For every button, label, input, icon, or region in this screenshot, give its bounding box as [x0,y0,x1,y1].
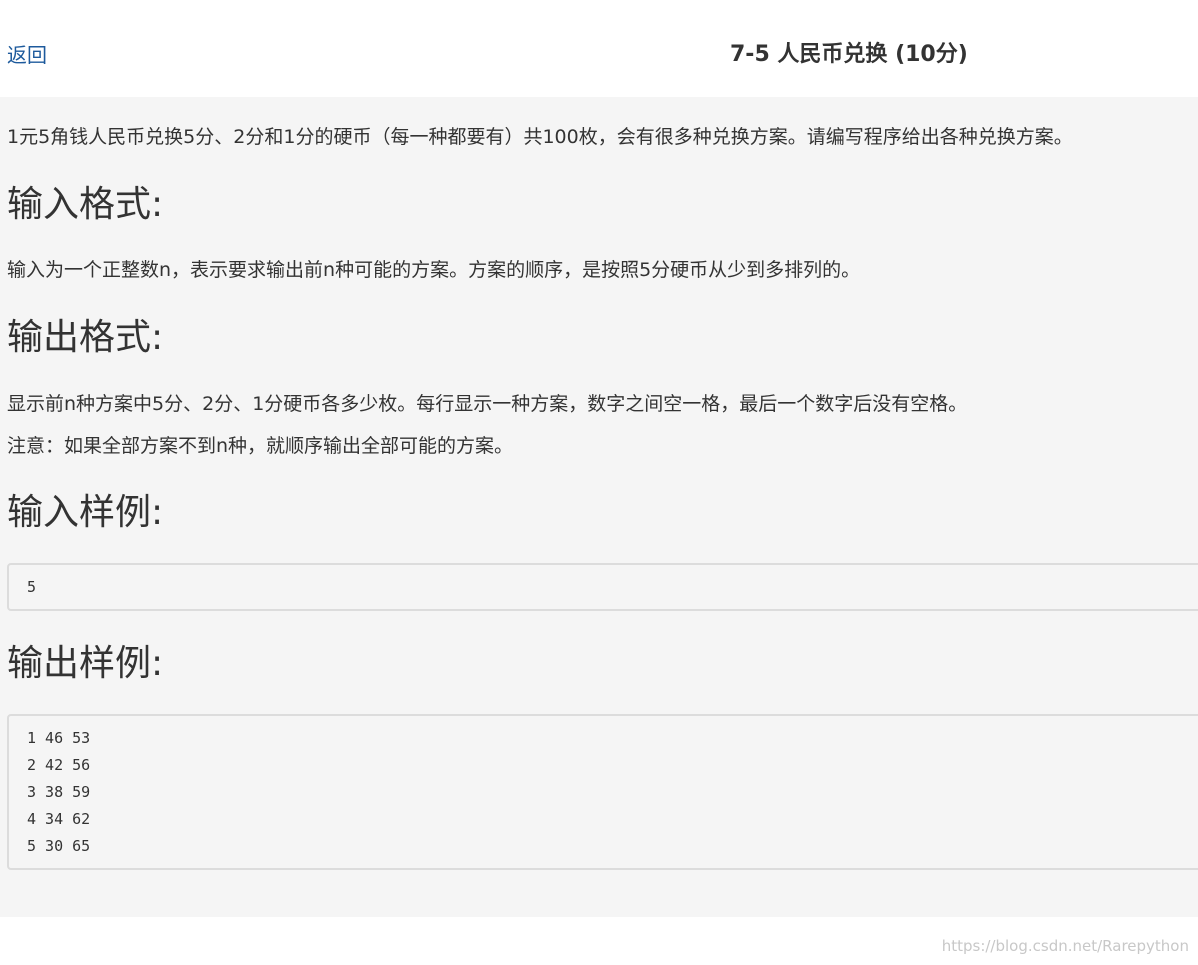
problem-content: 1元5角钱人民币兑换5分、2分和1分的硬币（每一种都要有）共100枚，会有很多种… [0,97,1198,917]
top-bar: 返回 7-5 人民币兑换 (10分) [0,0,1198,97]
input-format-text: 输入为一个正整数n，表示要求输出前n种可能的方案。方案的顺序，是按照5分硬币从少… [7,259,861,281]
sample-output-heading: 输出样例: [7,643,164,684]
sample-output-line: 3 38 59 [27,783,91,801]
watermark: https://blog.csdn.net/Rarepython [941,937,1189,955]
sample-output-line: 4 34 62 [27,810,91,828]
page-title: 7-5 人民币兑换 (10分) [730,42,968,67]
output-format-text: 显示前n种方案中5分、2分、1分硬币各多少枚。每行显示一种方案，数字之间空一格，… [7,393,968,415]
sample-input-heading: 输入样例: [7,492,164,533]
sample-output-line: 2 42 56 [27,756,91,774]
output-format-heading: 输出格式: [7,317,164,358]
back-link[interactable]: 返回 [7,42,47,68]
sample-output-line: 1 46 53 [27,729,91,747]
sample-input-box: 5 [7,563,1198,611]
sample-output-box: 1 46 53 2 42 56 3 38 59 4 34 62 5 30 65 [7,714,1198,870]
sample-input-line: 5 [27,578,37,596]
output-format-note: 注意：如果全部方案不到n种，就顺序输出全部可能的方案。 [7,435,514,457]
problem-description: 1元5角钱人民币兑换5分、2分和1分的硬币（每一种都要有）共100枚，会有很多种… [7,126,1073,148]
sample-output-line: 5 30 65 [27,837,91,855]
input-format-heading: 输入格式: [7,184,164,225]
